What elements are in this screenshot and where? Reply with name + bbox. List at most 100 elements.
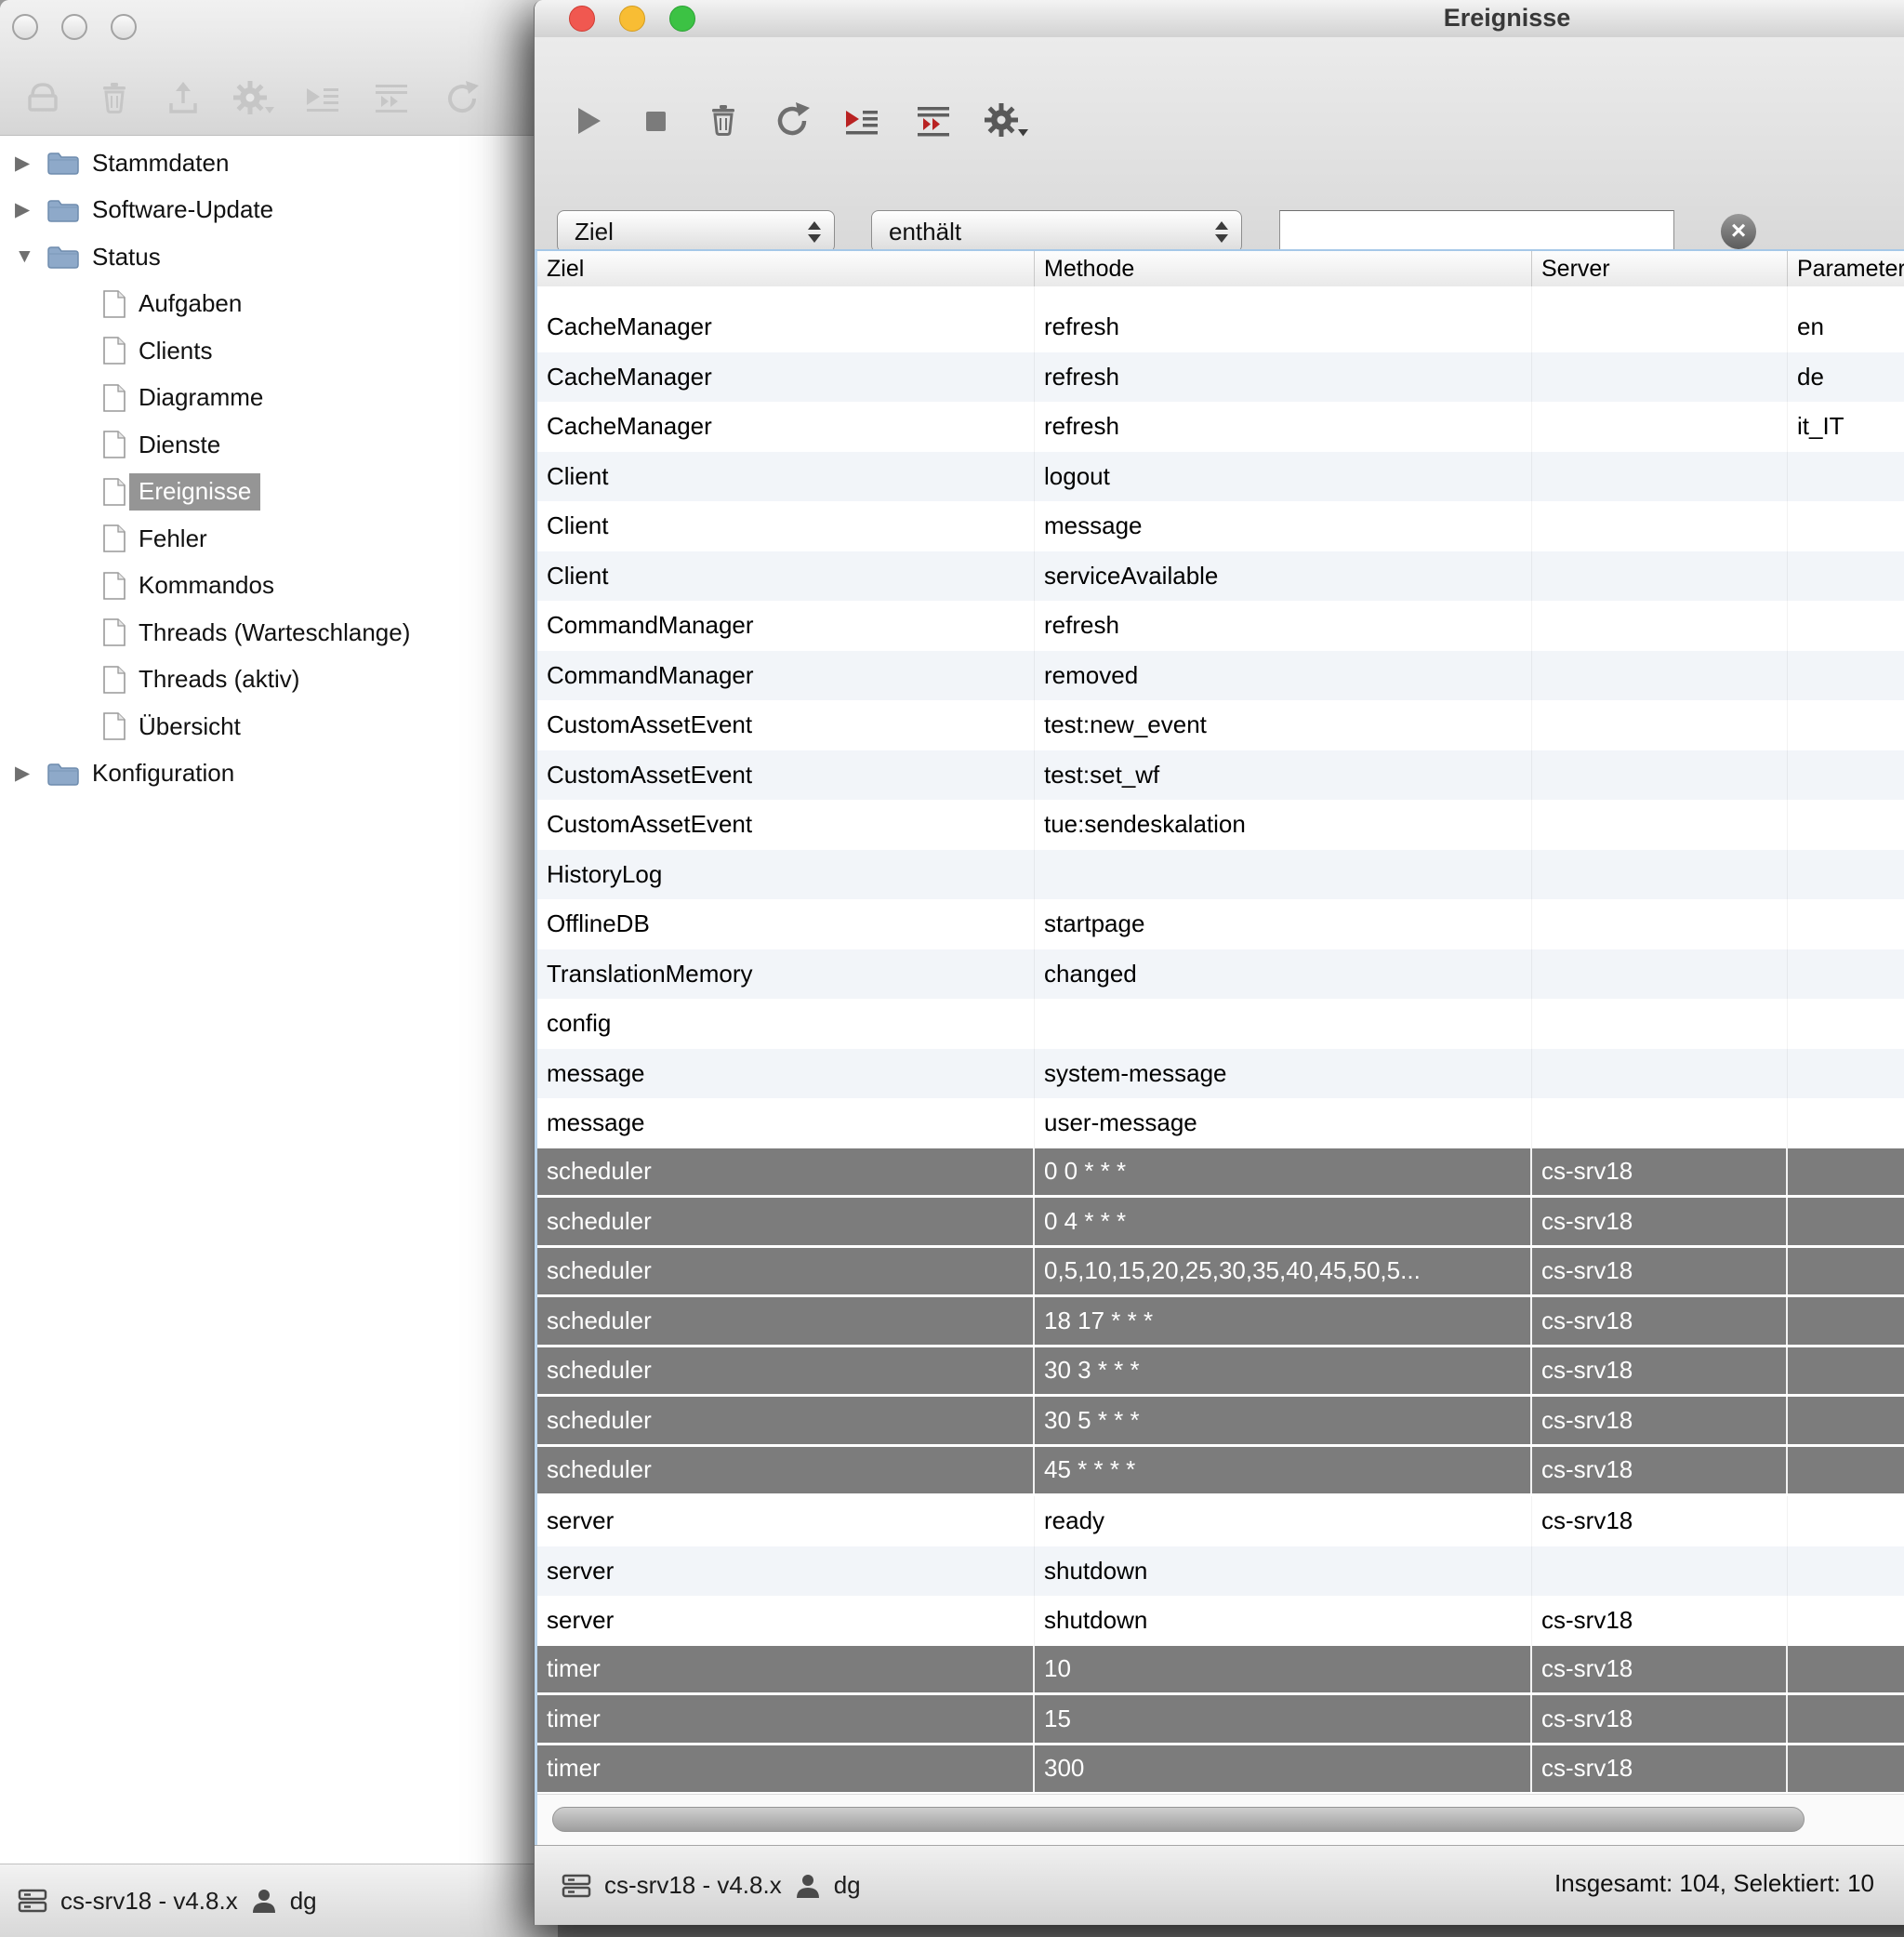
tree-item-aufgaben[interactable]: Aufgaben — [0, 281, 558, 328]
cell-ziel: server — [537, 1546, 1035, 1597]
table-row[interactable]: CacheManagerrefreshit_IT — [537, 402, 1904, 452]
run-list-button[interactable] — [297, 73, 349, 125]
minimize-button-inactive[interactable] — [61, 14, 87, 40]
table-row[interactable]: scheduler30 3 * * *cs-srv18 — [537, 1347, 1904, 1398]
refresh-button[interactable] — [766, 95, 818, 147]
table-row[interactable]: Clientlogout — [537, 452, 1904, 502]
table-row[interactable]: OfflineDBstartpage — [537, 899, 1904, 949]
tree-item-stammdaten[interactable]: ▶Stammdaten — [0, 139, 558, 187]
filter-operator-select[interactable]: enthält — [871, 210, 1242, 253]
table-row[interactable]: servershutdown — [537, 1546, 1904, 1597]
document-icon — [102, 383, 126, 413]
run-arrows-button[interactable] — [365, 73, 417, 125]
table-row[interactable]: servershutdowncs-srv18 — [537, 1596, 1904, 1646]
tree-item-fehler[interactable]: Fehler — [0, 515, 558, 563]
close-button[interactable] — [569, 6, 595, 32]
tree-item-clients[interactable]: Clients — [0, 327, 558, 375]
table-row[interactable]: CommandManagerremoved — [537, 651, 1904, 701]
run-arrows-button[interactable] — [907, 95, 959, 147]
table-row[interactable]: CustomAssetEventtue:sendeskalation — [537, 800, 1904, 850]
tree-item-konfiguration[interactable]: ▶Konfiguration — [0, 750, 558, 798]
tree-item-diagramme[interactable]: Diagramme — [0, 375, 558, 422]
column-header-ziel[interactable]: Ziel — [537, 251, 1035, 286]
table-row[interactable]: CommandManagerrefresh — [537, 601, 1904, 651]
table-row[interactable]: TranslationMemorychanged — [537, 949, 1904, 1000]
table-row[interactable]: scheduler45 * * * *cs-srv18 — [537, 1447, 1904, 1497]
table-row[interactable]: config — [537, 999, 1904, 1049]
cell-methode: refresh — [1035, 352, 1532, 403]
filter-query-input[interactable] — [1279, 210, 1674, 253]
tree-item-threads-warteschlange[interactable]: Threads (Warteschlange) — [0, 609, 558, 657]
table-row[interactable]: timer15cs-srv18 — [537, 1695, 1904, 1745]
document-icon — [102, 571, 126, 601]
settings-button[interactable] — [979, 95, 1031, 147]
cell-methode — [1035, 850, 1532, 900]
cell-ziel: timer — [537, 1745, 1035, 1793]
table-row[interactable]: timer10cs-srv18 — [537, 1646, 1904, 1696]
cell-parameter — [1788, 651, 1904, 701]
stop-button[interactable] — [629, 95, 681, 147]
scrollbar-thumb[interactable] — [552, 1807, 1805, 1832]
horizontal-scrollbar[interactable] — [537, 1794, 1904, 1846]
table-row[interactable]: HistoryLog — [537, 850, 1904, 900]
table-row[interactable]: scheduler0,5,10,15,20,25,30,35,40,45,50,… — [537, 1248, 1904, 1298]
table-row[interactable]: CustomAssetEventtest:set_wf — [537, 750, 1904, 801]
table-row[interactable] — [537, 286, 1904, 302]
tree-item-kommandos[interactable]: Kommandos — [0, 563, 558, 610]
tree-item-threads-aktiv[interactable]: Threads (aktiv) — [0, 657, 558, 704]
server-icon — [17, 1887, 48, 1915]
tree-item-uebersicht[interactable]: Übersicht — [0, 703, 558, 750]
minimize-button[interactable] — [619, 6, 645, 32]
tree-item-ereignisse[interactable]: Ereignisse — [0, 469, 558, 516]
tree-item-status[interactable]: ▼Status — [0, 233, 558, 281]
play-button[interactable] — [562, 95, 614, 147]
tree-item-label: Clients — [139, 337, 212, 365]
table-row[interactable]: CacheManagerrefreshen — [537, 302, 1904, 352]
filter-field-select[interactable]: Ziel — [557, 210, 835, 253]
disclosure-closed-icon[interactable]: ▶ — [15, 152, 46, 175]
cell-ziel: OfflineDB — [537, 899, 1035, 949]
user-icon — [794, 1872, 822, 1900]
table-row[interactable]: scheduler30 5 * * *cs-srv18 — [537, 1397, 1904, 1447]
tree-item-dienste[interactable]: Dienste — [0, 421, 558, 469]
cell-ziel: Client — [537, 452, 1035, 502]
cell-parameter — [1788, 551, 1904, 602]
cell-ziel: scheduler — [537, 1148, 1035, 1196]
column-header-server[interactable]: Server — [1532, 251, 1788, 286]
delete-button[interactable] — [697, 95, 749, 147]
clear-filter-button[interactable] — [1721, 214, 1756, 249]
cell-methode: 300 — [1035, 1745, 1532, 1793]
table-row[interactable]: scheduler18 17 * * *cs-srv18 — [537, 1297, 1904, 1347]
archive-button[interactable] — [17, 73, 69, 125]
table-row[interactable]: Clientmessage — [537, 501, 1904, 551]
cell-server — [1532, 286, 1788, 302]
table-row[interactable]: messagesystem-message — [537, 1049, 1904, 1099]
document-icon — [102, 665, 126, 695]
table-row[interactable]: scheduler0 4 * * *cs-srv18 — [537, 1198, 1904, 1248]
table-row[interactable]: CacheManagerrefreshde — [537, 352, 1904, 403]
cell-server — [1532, 601, 1788, 651]
zoom-button-inactive[interactable] — [111, 14, 137, 40]
column-header-methode[interactable]: Methode — [1035, 251, 1532, 286]
cell-server: cs-srv18 — [1532, 1496, 1788, 1546]
table-row[interactable]: ClientserviceAvailable — [537, 551, 1904, 602]
refresh-button[interactable] — [436, 73, 488, 125]
table-row[interactable]: serverreadycs-srv18 — [537, 1496, 1904, 1546]
table-row[interactable]: CustomAssetEventtest:new_event — [537, 700, 1904, 750]
run-list-button[interactable] — [836, 95, 888, 147]
table-row[interactable]: messageuser-message — [537, 1098, 1904, 1148]
cell-server — [1532, 501, 1788, 551]
table-row[interactable]: scheduler0 0 * * *cs-srv18 — [537, 1148, 1904, 1199]
disclosure-closed-icon[interactable]: ▶ — [15, 762, 46, 785]
table-row[interactable]: timer300cs-srv18 — [537, 1745, 1904, 1796]
disclosure-closed-icon[interactable]: ▶ — [15, 198, 46, 221]
zoom-button[interactable] — [669, 6, 695, 32]
window-titlebar[interactable]: Ereignisse — [535, 0, 1904, 38]
export-button[interactable] — [157, 73, 209, 125]
tree-item-software-update[interactable]: ▶Software-Update — [0, 187, 558, 234]
disclosure-open-icon[interactable]: ▼ — [15, 245, 46, 268]
column-header-parameter[interactable]: Parameter — [1788, 251, 1904, 286]
close-button-inactive[interactable] — [12, 14, 38, 40]
settings-button[interactable] — [227, 73, 279, 125]
delete-button[interactable] — [88, 73, 140, 125]
